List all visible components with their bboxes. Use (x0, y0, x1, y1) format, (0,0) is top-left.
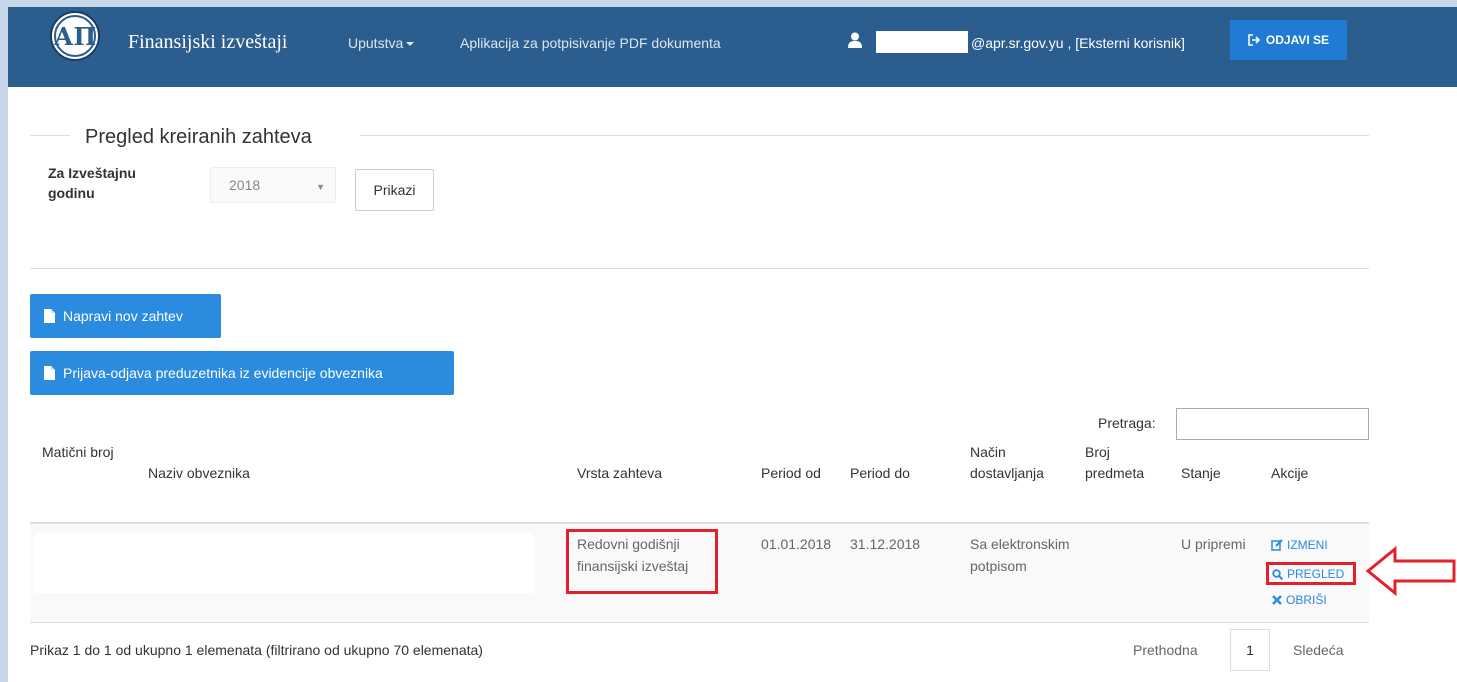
main-content: Pregled kreiranih zahteva Za Izveštajnu … (8, 87, 1457, 682)
apr-logo[interactable]: АП (50, 11, 100, 61)
logo-text: АП (54, 15, 96, 57)
redacted-username (876, 31, 968, 53)
pager-next[interactable]: Sledeća (1293, 642, 1344, 658)
top-navbar: АП Finansijski izveštaji Uputstva Aplika… (8, 7, 1457, 87)
new-request-label: Napravi nov zahtev (63, 308, 183, 324)
edit-icon (1271, 539, 1283, 551)
highlight-box-view (1266, 562, 1356, 585)
pager-page-1[interactable]: 1 (1230, 629, 1270, 671)
search-input[interactable] (1176, 408, 1369, 440)
entrepreneur-label: Prijava-odjava preduzetnika iz evidencij… (63, 365, 383, 381)
user-email: @apr.sr.gov.yu , [Eksterni korisnik] (971, 35, 1185, 51)
cell-period-do: 31.12.2018 (850, 536, 921, 552)
col-period-do[interactable]: Period do (850, 463, 910, 484)
brand-title[interactable]: Finansijski izveštaji (128, 31, 287, 54)
cell-stanje: U pripremi (1181, 536, 1246, 552)
new-request-button[interactable]: Napravi nov zahtev (30, 294, 221, 338)
user-icon (848, 32, 862, 48)
logout-label: ODJAVI SE (1265, 33, 1330, 47)
delete-label: OBRIŠI (1286, 593, 1327, 607)
close-icon (1272, 595, 1282, 605)
col-period-od[interactable]: Period od (761, 463, 821, 484)
annotation-arrow-icon (1365, 546, 1456, 596)
edit-label: IZMENI (1287, 538, 1328, 552)
legend-divider-left (30, 135, 70, 136)
show-button[interactable]: Prikazi (355, 169, 434, 211)
pager-previous[interactable]: Prethodna (1133, 642, 1198, 658)
highlight-box-vrsta (566, 529, 718, 594)
page-title: Pregled kreiranih zahteva (85, 126, 312, 148)
logout-icon (1248, 34, 1260, 46)
cell-period-od: 01.01.2018 (761, 536, 832, 552)
col-maticni-broj[interactable]: Matični broj (42, 442, 122, 463)
menu-pdf-app[interactable]: Aplikacija za potpisivanje PDF dokumenta (460, 35, 721, 51)
edit-action[interactable]: IZMENI (1271, 538, 1328, 552)
chevron-down-icon: ▼ (316, 182, 325, 192)
col-naziv-obveznika[interactable]: Naziv obveznika (148, 463, 250, 484)
caret-down-icon (406, 42, 415, 47)
col-akcije: Akcije (1271, 465, 1309, 481)
table-bottom-line (30, 622, 1369, 623)
col-broj-predmeta[interactable]: Broj predmeta (1085, 442, 1165, 484)
menu-instructions-label: Uputstva (348, 35, 404, 51)
cell-nacin: Sa elektronskim potpisom (970, 536, 1070, 574)
col-stanje[interactable]: Stanje (1181, 463, 1221, 484)
year-select-value: 2018 (229, 177, 261, 193)
menu-instructions[interactable]: Uputstva (348, 35, 415, 51)
file-icon (44, 309, 55, 323)
search-label: Pretraga: (1098, 415, 1156, 431)
file-icon (44, 366, 55, 380)
logout-button[interactable]: ODJAVI SE (1230, 20, 1347, 60)
year-label: Za Izveštajnu godinu (48, 165, 136, 201)
year-select[interactable]: 2018 ▼ (210, 167, 336, 203)
col-nacin-dostavljanja[interactable]: Način dostavljanja (970, 442, 1070, 484)
entrepreneur-button[interactable]: Prijava-odjava preduzetnika iz evidencij… (30, 351, 454, 395)
section-divider (30, 268, 1369, 269)
legend-divider-right (360, 135, 1369, 136)
table-info: Prikaz 1 do 1 od ukupno 1 elemenata (fil… (30, 642, 483, 658)
delete-action[interactable]: OBRIŠI (1272, 593, 1327, 607)
col-vrsta-zahteva[interactable]: Vrsta zahteva (577, 463, 662, 484)
redacted-company (34, 533, 534, 593)
